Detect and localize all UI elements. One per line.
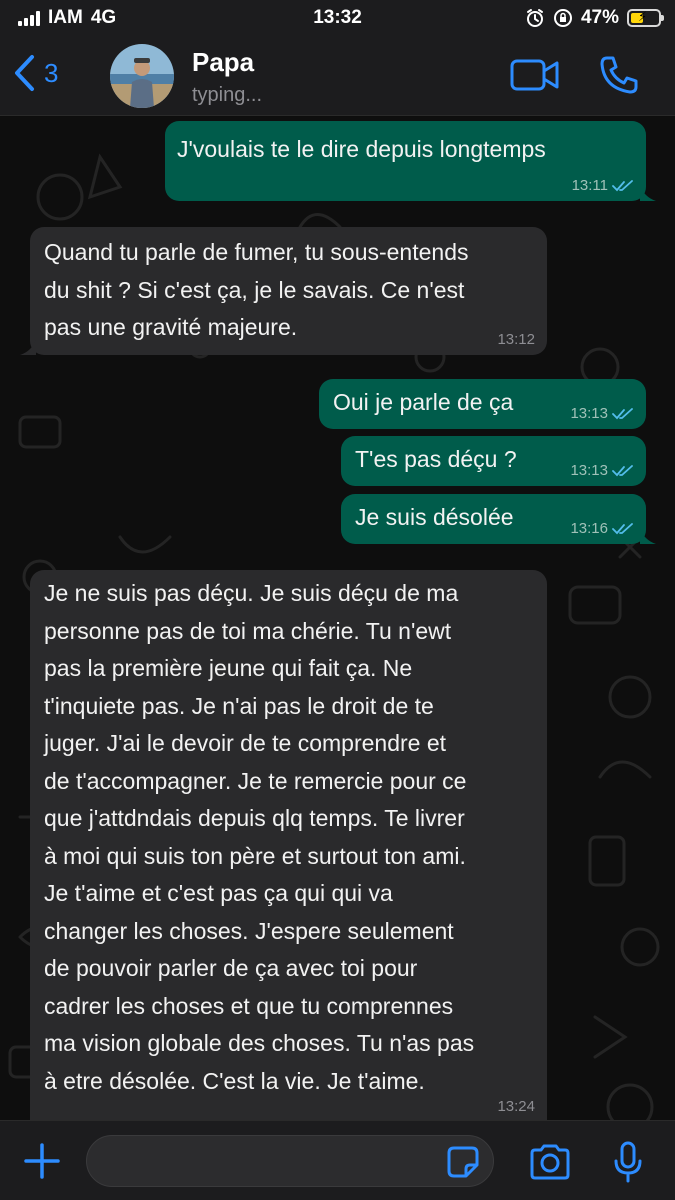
chat-header: 3 Papa typing...	[0, 36, 675, 116]
phone-icon	[600, 56, 638, 94]
message-text: Quand tu parle de fumer, tu sous-entends…	[44, 239, 469, 340]
message-text: J'voulais te le dire depuis longtemps	[177, 136, 546, 162]
camera-button[interactable]	[528, 1143, 572, 1186]
message-time: 13:24	[497, 1098, 535, 1115]
bubble-tail	[640, 185, 656, 201]
read-receipt-icon	[612, 180, 633, 192]
video-call-button[interactable]	[510, 58, 560, 97]
message-bubble-incoming[interactable]: Je ne suis pas déçu. Je suis déçu de ma …	[30, 570, 547, 1120]
message-input[interactable]	[86, 1135, 494, 1187]
contact-status: typing...	[192, 84, 263, 106]
message-composer	[0, 1120, 675, 1200]
battery-percent: 47%	[580, 7, 619, 28]
message-bubble-outgoing[interactable]: Je suis désolée 13:16	[341, 494, 656, 544]
sticker-button[interactable]	[446, 1145, 480, 1184]
whatsapp-chat-screen: IAM 4G 13:32 47% ⚡ 3 Papa typing... J'vo…	[0, 0, 675, 1200]
message-text: Je ne suis pas déçu. Je suis déçu de ma …	[44, 580, 475, 1094]
unread-count: 3	[44, 57, 59, 88]
avatar[interactable]	[110, 44, 174, 108]
message-bubble-incoming[interactable]: Quand tu parle de fumer, tu sous-entends…	[20, 227, 547, 355]
message-meta: 13:12	[497, 331, 535, 349]
contact-name[interactable]: Papa	[192, 47, 254, 78]
video-camera-icon	[510, 59, 559, 91]
message-bubble-outgoing[interactable]: T'es pas déçu ? 13:13	[341, 436, 646, 486]
bubble-tail	[640, 528, 656, 544]
camera-icon	[530, 1144, 570, 1180]
message-meta: 13:11	[572, 177, 634, 195]
alarm-icon	[526, 9, 543, 27]
voice-message-button[interactable]	[612, 1141, 644, 1188]
voice-call-button[interactable]	[598, 54, 640, 101]
message-meta: 13:13	[570, 462, 634, 480]
message-meta: 13:13	[570, 405, 634, 423]
read-receipt-icon	[612, 523, 633, 535]
status-bar: IAM 4G 13:32 47% ⚡	[0, 0, 675, 36]
back-button[interactable]: 3	[12, 54, 58, 92]
status-right: 47% ⚡	[525, 7, 664, 29]
message-bubble-outgoing[interactable]: J'voulais te le dire depuis longtemps 13…	[165, 121, 656, 201]
chevron-left-icon	[15, 55, 34, 91]
plus-icon	[24, 1143, 60, 1179]
attach-button[interactable]	[22, 1141, 62, 1186]
message-meta: 13:16	[570, 520, 634, 538]
read-receipt-icon	[612, 408, 633, 420]
bubble-tail	[20, 339, 36, 355]
message-time: 13:12	[497, 331, 535, 348]
message-time: 13:13	[570, 405, 608, 422]
orientation-lock-icon	[553, 9, 572, 27]
message-time: 13:16	[570, 520, 608, 537]
microphone-icon	[614, 1141, 642, 1183]
message-bubble-outgoing[interactable]: Oui je parle de ça 13:13	[319, 379, 646, 429]
battery-icon: ⚡	[627, 9, 664, 27]
chat-area[interactable]: J'voulais te le dire depuis longtemps 13…	[0, 117, 675, 1120]
message-time: 13:13	[570, 462, 608, 479]
message-time: 13:11	[571, 177, 608, 194]
read-receipt-icon	[612, 465, 633, 477]
message-meta: 13:24	[497, 1098, 535, 1116]
sticker-icon	[447, 1146, 479, 1178]
